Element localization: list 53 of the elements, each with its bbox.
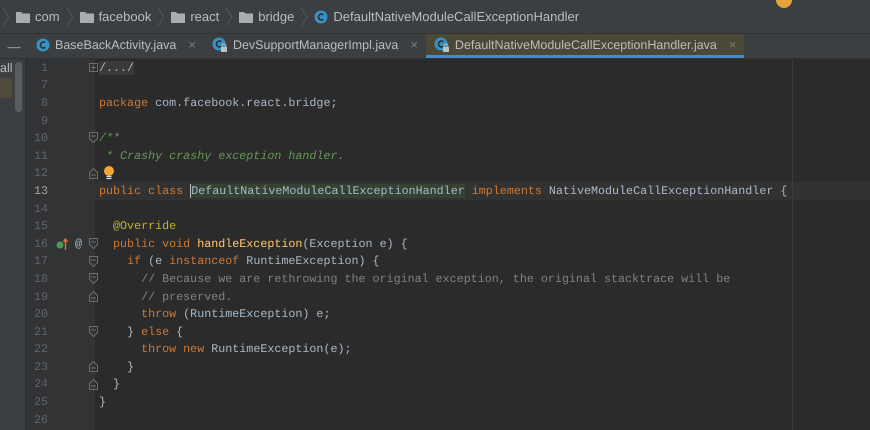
code-line: public class DefaultNativeModuleCallExceptionHandler implements NativeModuleCallExceptionHandler { [98, 184, 788, 198]
breadcrumb-item[interactable]: bridge [258, 9, 294, 24]
folder-icon [80, 10, 94, 22]
breadcrumb-item[interactable]: DefaultNativeModuleCallExceptionHandler [333, 9, 580, 24]
editor-tab[interactable]: BaseBackActivity.java × [28, 34, 204, 58]
chevron-icon [225, 6, 234, 26]
code-line: /** [98, 131, 120, 146]
fold-marker-icon[interactable] [89, 238, 98, 249]
fold-marker-icon[interactable] [89, 378, 98, 390]
code-line: package com.facebook.react.bridge; [98, 96, 338, 110]
fold-marker-icon[interactable] [89, 62, 98, 73]
code-line: throw (RuntimeException) e; [140, 307, 330, 322]
hide-button[interactable]: — [0, 34, 28, 58]
code-line: @Override [112, 219, 176, 234]
code-line: // Because we are rethrowing the original exception, the original stacktrace will be [140, 272, 730, 286]
line-number: 13 [32, 184, 48, 198]
class-icon [36, 38, 50, 52]
locked-class-icon [434, 37, 450, 52]
panel-item[interactable]: all [0, 61, 13, 75]
code-line: } else { [126, 324, 184, 339]
code-line: public void handleException(Exception e) { [112, 236, 408, 251]
override-icon[interactable] [56, 238, 68, 250]
chevron-icon [66, 6, 74, 26]
editor-tab[interactable]: DevSupportManagerImpl.java × [204, 34, 426, 58]
code-line: * Crashy crashy exception handler. [105, 148, 344, 163]
locked-class-icon [212, 37, 228, 52]
editor-tab[interactable]: DefaultNativeModuleCallExceptionHandler.java × [426, 34, 744, 58]
fold-marker-icon[interactable] [89, 273, 98, 284]
lightbulb-icon[interactable] [103, 166, 115, 180]
folder-icon [16, 10, 30, 22]
chevron-icon [157, 6, 166, 26]
breadcrumb-item[interactable]: react [190, 9, 220, 24]
code-line: } [98, 395, 106, 410]
breadcrumb-item[interactable]: com [35, 9, 60, 24]
folder-icon [171, 10, 186, 22]
chevron-icon [2, 6, 10, 26]
fold-marker-icon[interactable] [89, 256, 98, 267]
folder-icon [239, 10, 254, 22]
fold-marker-icon[interactable] [89, 326, 98, 337]
class-icon [314, 10, 328, 24]
fold-marker-icon[interactable] [89, 361, 98, 372]
annotation-marker[interactable]: @ [75, 236, 82, 251]
code-line: // preserved. [140, 290, 232, 304]
code-line: } [112, 377, 120, 392]
code-line: if (e instanceof RuntimeException) { [126, 254, 380, 268]
fold-marker-icon[interactable] [89, 168, 98, 179]
breadcrumb-item[interactable]: facebook [98, 9, 152, 24]
code-line: } [126, 360, 134, 374]
chevron-icon [300, 6, 308, 26]
fold-marker-icon[interactable] [89, 132, 98, 144]
scrollbar[interactable] [15, 62, 22, 112]
code-line: throw new RuntimeException(e); [140, 342, 352, 356]
fold-marker-icon[interactable] [89, 290, 98, 302]
